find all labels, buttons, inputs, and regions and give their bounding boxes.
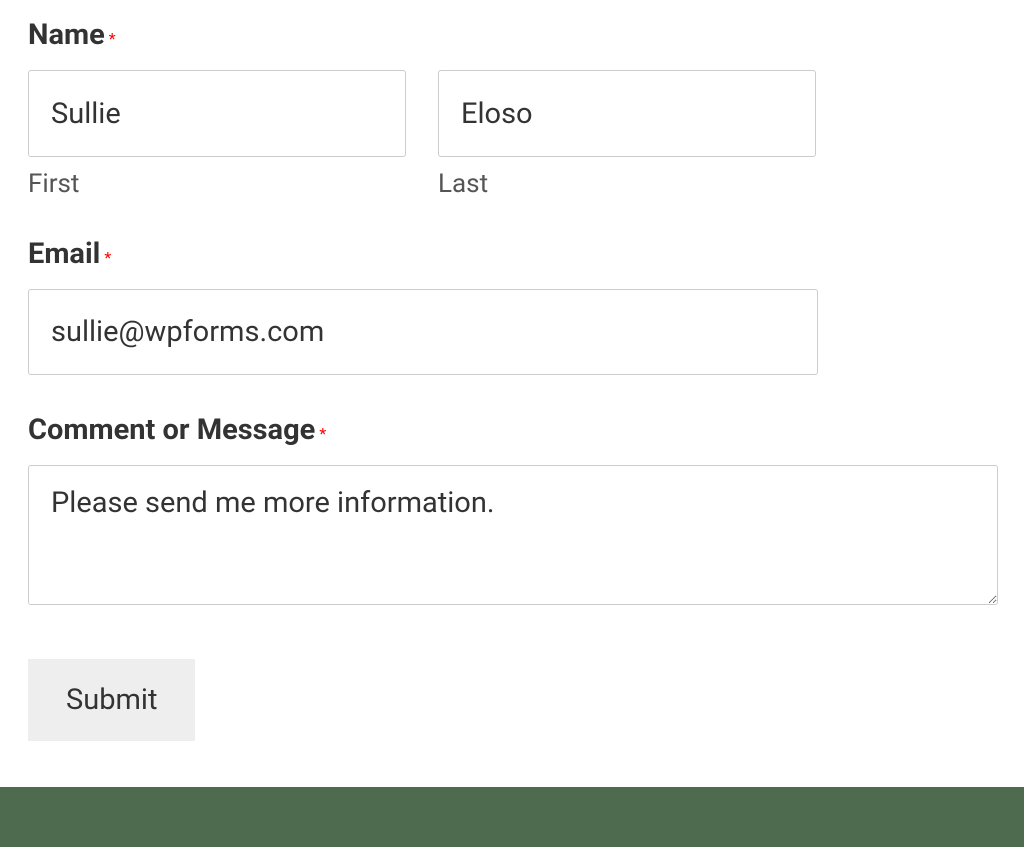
first-name-sublabel: First: [28, 169, 406, 199]
name-field-group: Name* First Last: [28, 18, 996, 199]
submit-button[interactable]: Submit: [28, 659, 195, 741]
required-asterisk: *: [109, 29, 116, 48]
required-asterisk: *: [319, 424, 326, 443]
email-label: Email: [28, 237, 100, 271]
email-input[interactable]: [28, 289, 818, 375]
last-name-sublabel: Last: [438, 169, 816, 199]
footer-bar: [0, 787, 1024, 847]
message-label: Comment or Message: [28, 413, 315, 447]
message-field-group: Comment or Message*: [28, 413, 996, 609]
contact-form: Name* First Last Email* Comment or Messa…: [0, 0, 1024, 771]
message-textarea[interactable]: [28, 465, 998, 605]
last-name-input[interactable]: [438, 70, 816, 157]
first-name-input[interactable]: [28, 70, 406, 157]
first-name-col: First: [28, 70, 406, 199]
name-row: First Last: [28, 70, 996, 199]
last-name-col: Last: [438, 70, 816, 199]
name-label: Name: [28, 18, 105, 52]
required-asterisk: *: [104, 248, 111, 267]
email-field-group: Email*: [28, 237, 996, 375]
